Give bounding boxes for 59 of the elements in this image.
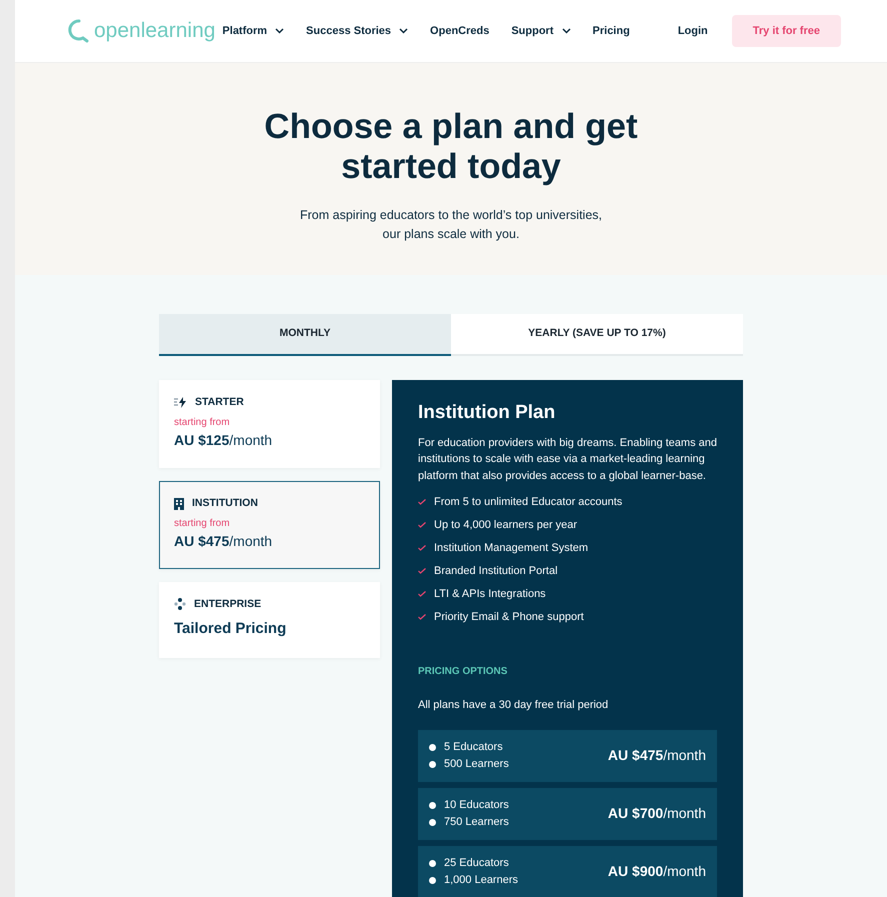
check-icon	[418, 614, 426, 620]
check-icon	[418, 498, 426, 505]
lightning-icon	[174, 397, 187, 408]
nav-link[interactable]: Success Stories	[306, 22, 408, 40]
option-item: 1,000 Learners	[444, 872, 518, 888]
option-item: 5 Educators	[444, 740, 503, 755]
bullet-icon	[429, 744, 436, 751]
check-icon	[418, 522, 426, 528]
login-link[interactable]: Login	[678, 22, 708, 40]
nav-link[interactable]: OpenCreds	[430, 22, 490, 40]
feature-text: Institution Management System	[434, 540, 588, 556]
option-item: 25 Educators	[444, 856, 509, 871]
plan-caption: starting from	[174, 516, 231, 530]
plan-card[interactable]: INSTITUTION starting from AU $475/month	[159, 480, 380, 568]
pricing-options-heading: PRICING OPTIONS	[418, 665, 508, 680]
bullet-icon	[429, 818, 436, 826]
plan-price: AU $125/month	[174, 430, 274, 450]
hero-subtitle: From aspiring educators to the world’s top universities, our plans scale with you.	[299, 206, 603, 243]
feature-text: Up to 4,000 learners per year	[434, 518, 578, 533]
plan-description: For education providers with big dreams. Enabling teams and institutions to scale with ease via a market-leading learning platform that also provides access to a global learner-base.	[418, 436, 717, 484]
bullet-icon	[429, 760, 436, 768]
bullet-icon	[429, 860, 436, 867]
building-icon	[174, 498, 184, 510]
check-icon	[418, 568, 426, 574]
plan-price: AU $475/month	[174, 532, 274, 550]
bullet-icon	[429, 876, 436, 884]
feature-text: Branded Institution Portal	[434, 564, 558, 579]
plan-price: Tailored Pricing	[174, 619, 288, 640]
plan-name: ENTERPRISE	[194, 596, 262, 612]
logo-icon	[68, 19, 90, 43]
plan-card[interactable]: STARTER starting from AU $125/month	[159, 380, 380, 468]
plan-card[interactable]: ENTERPRISE Tailored Pricing	[159, 582, 380, 658]
option-item: 750 Learners	[444, 814, 509, 830]
plan-name: INSTITUTION	[192, 496, 258, 511]
option-item: 10 Educators	[444, 798, 509, 813]
plan-title: Institution Plan	[418, 402, 556, 425]
pricing-option[interactable]: 25 Educators 1,000 Learners AU $900/month	[418, 846, 717, 897]
option-price: AU $475/month	[608, 746, 706, 766]
feature-text: From 5 to unlimited Educator accounts	[434, 494, 622, 510]
plan-name: STARTER	[195, 395, 244, 410]
diamond-dots-icon	[174, 598, 186, 610]
feature-text: LTI & APIs Integrations	[434, 586, 546, 602]
check-icon	[418, 544, 426, 551]
option-price: AU $900/month	[608, 862, 706, 882]
option-item: 500 Learners	[444, 756, 509, 772]
check-icon	[418, 590, 426, 597]
pricing-option[interactable]: 10 Educators 750 Learners AU $700/month	[418, 788, 717, 840]
trial-note: All plans have a 30 day free trial period	[418, 698, 610, 714]
plan-caption: starting from	[174, 416, 231, 430]
nav-link[interactable]: Pricing	[592, 22, 630, 40]
option-price: AU $700/month	[608, 804, 706, 824]
feature-text: Priority Email & Phone support	[434, 610, 584, 625]
nav-link[interactable]: Platform	[222, 22, 284, 40]
billing-tab[interactable]: YEARLY (SAVE UP TO 17%)	[451, 314, 743, 356]
hero-title: Choose a plan and get started today	[263, 107, 639, 188]
nav-link[interactable]: Support	[511, 22, 571, 40]
bullet-icon	[429, 802, 436, 809]
billing-tab[interactable]: MONTHLY	[159, 314, 451, 356]
pricing-option[interactable]: 5 Educators 500 Learners AU $475/month	[418, 730, 717, 782]
